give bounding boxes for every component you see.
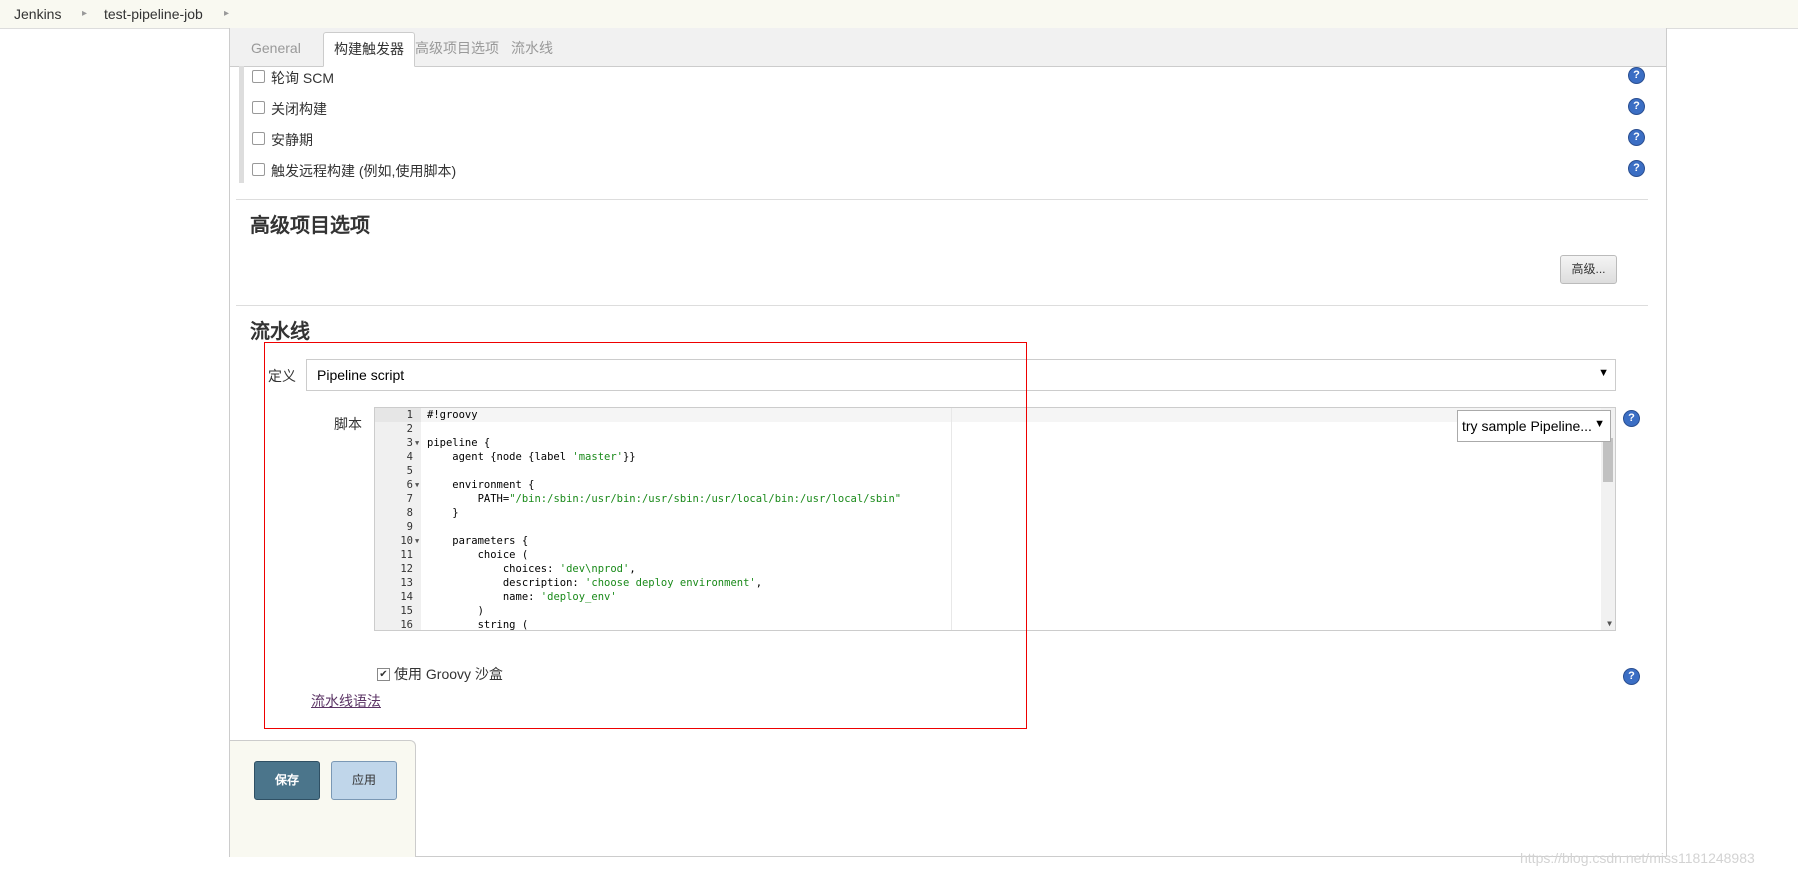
scroll-down-arrow-icon[interactable]: ▼ bbox=[1607, 619, 1612, 628]
apply-button[interactable]: 应用 bbox=[331, 761, 397, 800]
dropdown-caret-icon: ▼ bbox=[1598, 367, 1609, 379]
remote-build-checkbox[interactable] bbox=[252, 163, 265, 176]
tab-build-triggers[interactable]: 构建触发器 bbox=[323, 32, 415, 67]
quiet-period-checkbox[interactable] bbox=[252, 132, 265, 145]
tab-advanced-options[interactable]: 高级项目选项 bbox=[405, 32, 509, 65]
editor-scroll-thumb[interactable] bbox=[1603, 438, 1613, 482]
dropdown-caret-icon: ▼ bbox=[1594, 418, 1605, 430]
advanced-section-title: 高级项目选项 bbox=[250, 215, 370, 237]
pipeline-section-title: 流水线 bbox=[250, 321, 310, 343]
config-panel: General 构建触发器 高级项目选项 流水线 轮询 SCM ? 关闭构建 ?… bbox=[229, 28, 1667, 857]
help-icon[interactable]: ? bbox=[1628, 67, 1645, 84]
help-icon[interactable]: ? bbox=[1623, 668, 1640, 685]
breadcrumb: Jenkins ▸ test-pipeline-job ▸ bbox=[0, 0, 1798, 29]
save-button[interactable]: 保存 bbox=[254, 761, 320, 800]
try-sample-pipeline-value: try sample Pipeline... bbox=[1462, 418, 1592, 434]
tab-general[interactable]: General bbox=[241, 32, 311, 65]
poll-scm-label: 轮询 SCM bbox=[271, 70, 334, 86]
disable-build-checkbox[interactable] bbox=[252, 101, 265, 114]
config-tabbar: General 构建触发器 高级项目选项 流水线 bbox=[230, 28, 1666, 67]
section-indent-bar bbox=[239, 66, 244, 183]
quiet-period-label: 安静期 bbox=[271, 132, 313, 148]
tab-pipeline[interactable]: 流水线 bbox=[501, 32, 563, 65]
help-icon[interactable]: ? bbox=[1628, 98, 1645, 115]
breadcrumb-separator-icon[interactable]: ▸ bbox=[224, 8, 229, 19]
advanced-button[interactable]: 高级... bbox=[1560, 255, 1617, 284]
highlight-annotation-box bbox=[264, 342, 1027, 729]
breadcrumb-jenkins[interactable]: Jenkins bbox=[14, 6, 61, 22]
breadcrumb-job[interactable]: test-pipeline-job bbox=[104, 6, 203, 22]
remote-build-label: 触发远程构建 (例如,使用脚本) bbox=[271, 163, 457, 179]
section-divider bbox=[236, 305, 1648, 306]
help-icon[interactable]: ? bbox=[1623, 410, 1640, 427]
try-sample-pipeline-select[interactable]: try sample Pipeline... ▼ bbox=[1457, 410, 1611, 442]
disable-build-label: 关闭构建 bbox=[271, 101, 327, 117]
watermark: https://blog.csdn.net/miss1181248983 bbox=[1520, 850, 1755, 866]
help-icon[interactable]: ? bbox=[1628, 129, 1645, 146]
section-divider bbox=[236, 199, 1648, 200]
breadcrumb-separator-icon[interactable]: ▸ bbox=[82, 8, 87, 19]
help-icon[interactable]: ? bbox=[1628, 160, 1645, 177]
poll-scm-checkbox[interactable] bbox=[252, 70, 265, 83]
form-footer: 保存 应用 bbox=[230, 740, 416, 857]
